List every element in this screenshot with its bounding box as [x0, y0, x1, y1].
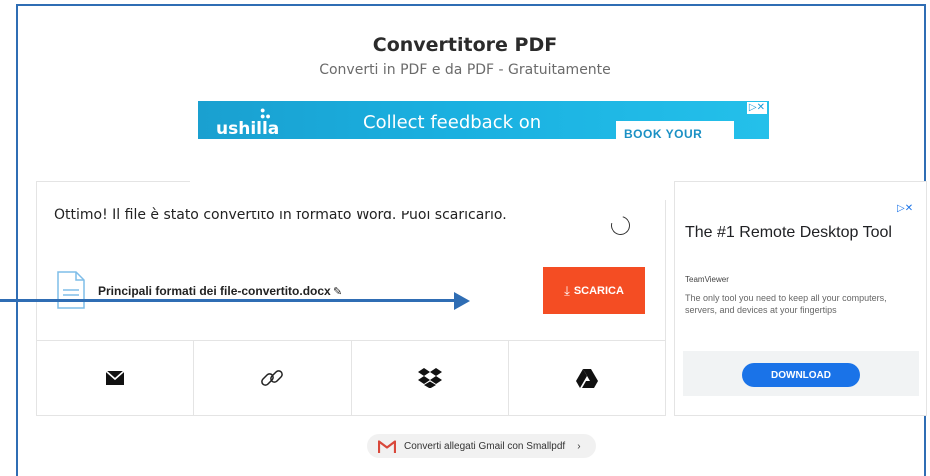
ad-choices-icon[interactable]: ▷✕ — [746, 102, 767, 114]
side-ad[interactable]: ▷✕ The #1 Remote Desktop Tool TeamViewer… — [674, 181, 927, 416]
banner-logo: ushilla — [216, 119, 280, 139]
share-actions-bar — [37, 340, 665, 415]
annotation-arrow — [0, 292, 470, 310]
banner-mask — [198, 139, 769, 184]
banner-headline: Collect feedback on — [363, 112, 542, 133]
logo-dots-icon: ● ●● — [260, 105, 271, 121]
ad-headline[interactable]: The #1 Remote Desktop Tool — [685, 223, 900, 243]
ad-brand: TeamViewer — [685, 275, 729, 284]
chevron-right-icon: › — [577, 440, 581, 452]
dropbox-action[interactable] — [352, 341, 509, 415]
page-title: Convertitore PDF — [372, 34, 558, 56]
google-drive-icon — [575, 368, 598, 388]
ad-download-button[interactable]: DOWNLOAD — [742, 363, 860, 387]
top-ad-banner[interactable]: ● ●● ushilla Collect feedback on BOOK YOU… — [198, 101, 769, 139]
download-arrow-icon: ⤓ — [564, 282, 570, 298]
page-subtitle: Converti in PDF e da PDF - Gratuitamente — [319, 62, 611, 78]
google-drive-action[interactable] — [509, 341, 665, 415]
gmail-promo-text: Converti allegati Gmail con Smallpdf — [404, 440, 566, 452]
download-button[interactable]: ⤓ SCARICA — [543, 267, 645, 314]
envelope-icon — [106, 371, 125, 385]
dropbox-icon — [417, 368, 442, 388]
link-icon — [261, 370, 284, 386]
annotation-arrow-line — [0, 299, 458, 302]
gmail-icon — [378, 439, 396, 453]
gmail-promo-button[interactable]: Converti allegati Gmail con Smallpdf › — [367, 434, 596, 458]
link-action[interactable] — [194, 341, 352, 415]
book-demo-button[interactable]: BOOK YOUR DEMO — [616, 121, 734, 139]
message-overlay — [193, 204, 553, 211]
download-button-label: SCARICA — [573, 284, 624, 297]
email-action[interactable] — [37, 341, 195, 415]
annotation-arrow-head — [454, 292, 470, 310]
loading-spinner-icon — [607, 212, 634, 239]
ad-description: The only tool you need to keep all your … — [685, 293, 887, 315]
ad-choices-icon[interactable]: ▷✕ — [897, 203, 913, 214]
